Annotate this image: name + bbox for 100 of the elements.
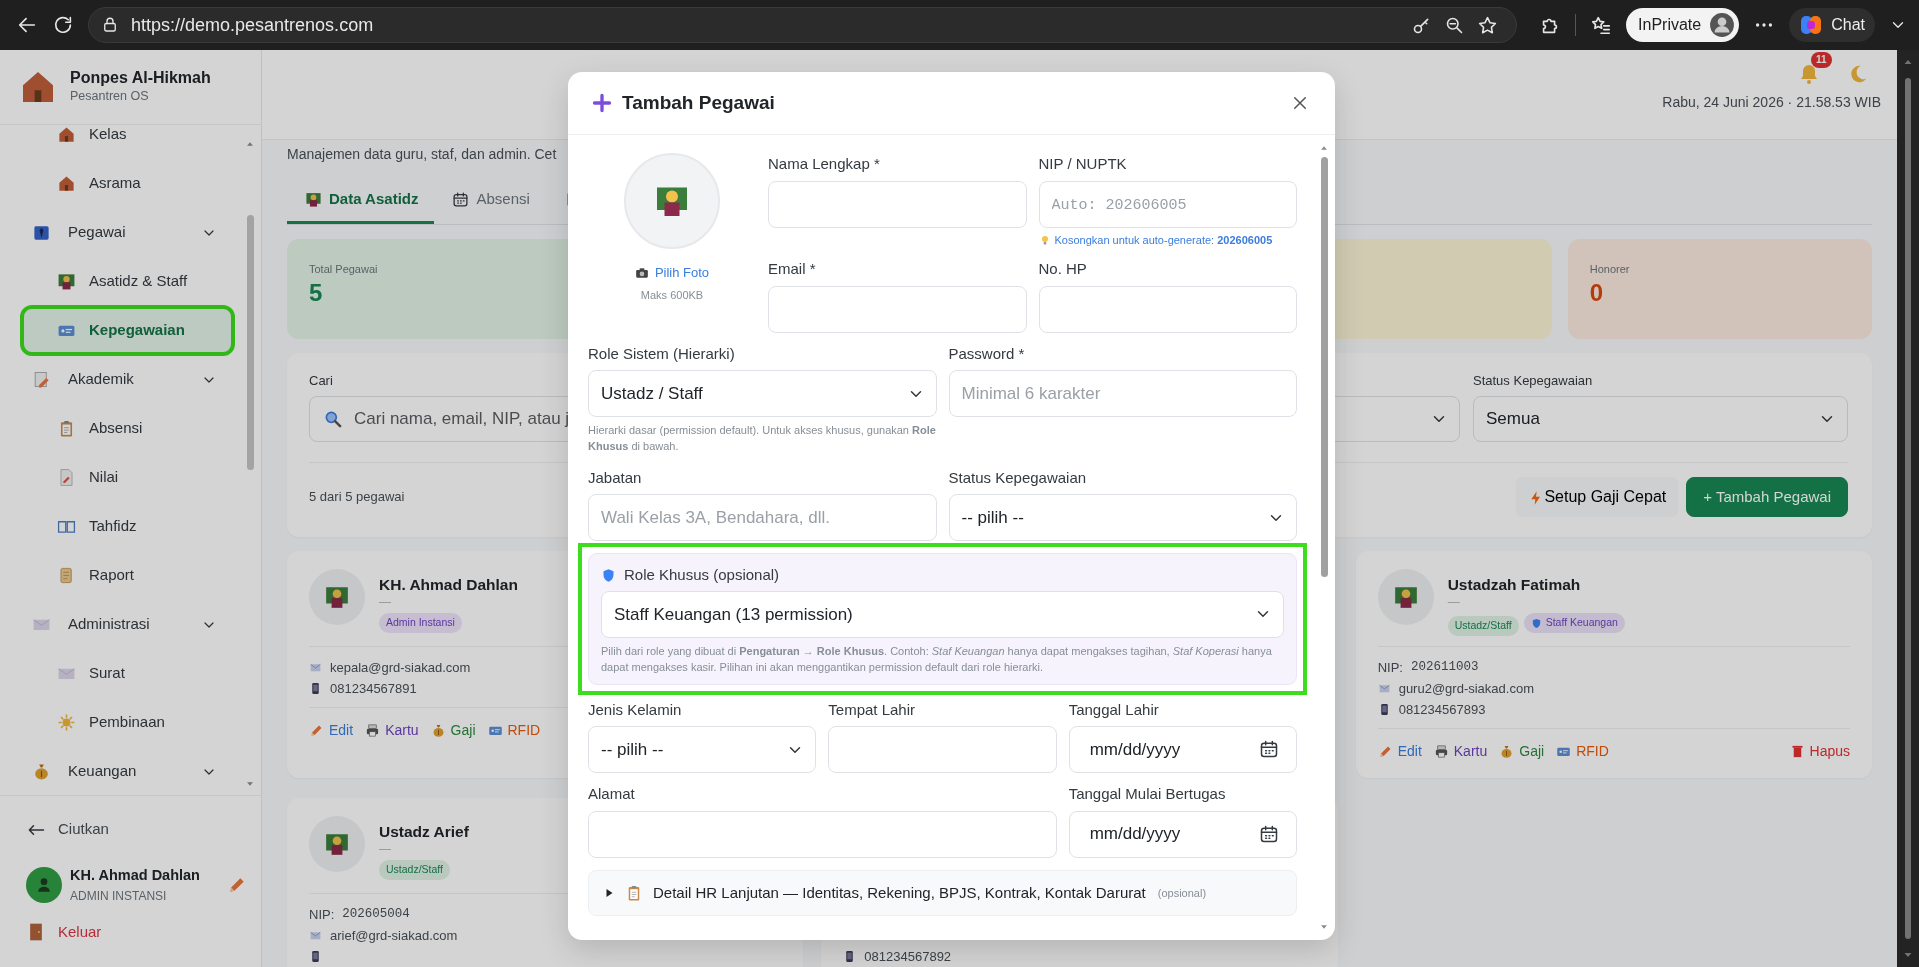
profile-button[interactable]: InPrivate	[1626, 8, 1740, 42]
chat-button[interactable]: Chat	[1789, 8, 1875, 42]
sidebar-item[interactable]: Tahfidz	[24, 505, 231, 548]
sun-icon	[57, 713, 76, 732]
tab[interactable]: Absensi	[434, 180, 546, 224]
status-select[interactable]: -- pilih --	[948, 494, 1297, 542]
scrollbar-thumb[interactable]	[1320, 157, 1328, 577]
envelope-icon	[1377, 682, 1391, 695]
role-badge: Staff Keuangan	[1523, 613, 1625, 634]
input-field[interactable]	[768, 285, 1027, 333]
photo-size-hint: Maks 600KB	[640, 287, 704, 303]
input-field[interactable]: Auto: 202606005	[1038, 180, 1297, 228]
teacher-icon	[324, 584, 350, 610]
field-label: Role Khusus (opsional)	[624, 565, 780, 586]
pencil-icon	[1377, 744, 1393, 759]
dialog-title: Tambah Pegawai	[622, 91, 775, 115]
logout-link[interactable]: Keluar	[26, 920, 247, 943]
date-time: Rabu, 24 Juni 2026 · 21.58.53 WIB	[1662, 93, 1881, 112]
date-field[interactable]: mm/dd/yyyy	[1068, 810, 1297, 858]
favorites-icon[interactable]	[1590, 14, 1613, 36]
field-label: Password *	[948, 343, 1026, 364]
plus-icon	[592, 93, 612, 113]
nip-text: NIP: 202611003	[1377, 658, 1480, 677]
reload-icon	[52, 14, 74, 36]
calendar-icon	[1259, 739, 1279, 760]
status-select[interactable]: Semua	[1473, 396, 1848, 442]
salary-link[interactable]: Gaji	[430, 720, 476, 741]
sidebar-item[interactable]: Pembinaan	[24, 701, 231, 744]
salary-link[interactable]: Gaji	[1499, 741, 1545, 762]
page-description: Manajemen data guru, staf, dan admin. Cet	[287, 145, 557, 164]
field-label: Email *	[768, 259, 817, 279]
field-label: NIP / NUPTK	[1038, 154, 1128, 174]
edit-link[interactable]: Edit	[309, 720, 354, 741]
choose-photo-link[interactable]: Pilih Foto	[634, 263, 710, 283]
address-bar[interactable]: https://demo.pesantrenos.com	[88, 7, 1518, 43]
document-icon	[57, 468, 76, 487]
delete-link[interactable]: Hapus	[1789, 741, 1850, 762]
search-icon	[323, 409, 343, 429]
email-text: kepala@grd-siakad.com	[330, 658, 471, 677]
details-toggle[interactable]: Detail HR Lanjutan — Identitas, Rekening, BPJS, Kontrak, Kontak Darurat (opsional)	[588, 869, 1297, 916]
sidebar-group[interactable]: Pegawai	[24, 211, 231, 254]
lock-icon	[101, 16, 119, 34]
sidebar-group[interactable]: Akademik	[24, 358, 231, 401]
reload-button[interactable]	[52, 14, 74, 36]
gender-select[interactable]: -- pilih --	[588, 726, 817, 774]
field-label: Jabatan	[588, 467, 643, 488]
input-field[interactable]	[1038, 285, 1297, 333]
role-select[interactable]: Ustadz / Staff	[588, 370, 937, 417]
envelope-icon	[309, 929, 322, 942]
result-count: 5 dari 5 pegawai	[309, 488, 405, 507]
document-pencil-icon	[32, 370, 51, 389]
sidebar-item[interactable]: Nilai	[24, 456, 231, 499]
collapse-link[interactable]: Ciutkan	[26, 818, 247, 841]
shield-icon	[1530, 617, 1542, 629]
field-label: Tanggal Mulai Bertugas	[1068, 784, 1227, 805]
sidebar-item[interactable]: Asatidz & Staff	[24, 260, 231, 303]
sidebar-group[interactable]: Administrasi	[24, 603, 231, 646]
brand-subtitle: Pesantren OS	[70, 88, 150, 106]
input-field[interactable]	[768, 180, 1027, 228]
tab[interactable]: Data Asatidz	[287, 180, 435, 224]
scrollbar-thumb[interactable]	[246, 215, 254, 470]
sidebar-item[interactable]: Absensi	[24, 407, 231, 450]
field-label: Nama Lengkap *	[768, 154, 881, 174]
teacher-icon	[305, 190, 322, 208]
employee-subtitle: —	[1447, 596, 1461, 610]
shield-icon	[601, 568, 616, 584]
card-link[interactable]: Kartu	[365, 720, 419, 741]
teacher-icon	[1392, 584, 1419, 610]
help-text: Hierarki dasar (permission default). Untuk akses khusus, gunakan Role Khusus di bawah.	[588, 423, 937, 454]
password-field[interactable]: Minimal 6 karakter	[948, 370, 1297, 417]
house-icon	[57, 174, 76, 193]
setup-salary-button[interactable]: Setup Gaji Cepat	[1516, 477, 1679, 517]
scrollbar-thumb[interactable]	[1905, 78, 1911, 939]
help-text: Pilih dari role yang dibuat di Pengaturan → Role Khusus. Contoh: Staf Keuangan hanya dapat mengakses tagihan, Staf Koperasi hanya dapat mengakses kasir. Pilihan ini akan menggantikan permission default dari role hierarki.	[601, 643, 1273, 675]
add-employee-button[interactable]: + Tambah Pegawai	[1686, 477, 1848, 517]
sidebar-group[interactable]: Keuangan	[24, 750, 231, 793]
sidebar-item[interactable]: Surat	[24, 652, 231, 695]
sidebar-item[interactable]: Kelas	[24, 125, 231, 156]
sidebar-item[interactable]: Asrama	[24, 162, 231, 205]
role-badge: Ustadz/Staff	[379, 860, 450, 881]
employee-name: Ustadz Arief	[379, 822, 469, 842]
input-field[interactable]: Wali Kelas 3A, Bendahara, dll.	[588, 494, 937, 542]
input-field[interactable]	[588, 810, 1057, 858]
card-link[interactable]: Kartu	[1433, 741, 1488, 762]
star-icon[interactable]	[1477, 14, 1499, 36]
field-label: Tempat Lahir	[828, 699, 917, 720]
edit-link[interactable]: Edit	[1377, 741, 1422, 762]
date-field[interactable]: mm/dd/yyyy	[1068, 726, 1297, 774]
nip-hint: Kosongkan untuk auto-generate: 202606005	[1054, 232, 1273, 248]
teacher-icon	[57, 272, 76, 291]
stat-label: Total Pegawai	[309, 261, 379, 277]
brand-name: Ponpes Al-Hikmah	[70, 68, 211, 88]
stat-value: 0	[1589, 278, 1605, 308]
role-badge: Ustadz/Staff	[1447, 615, 1519, 636]
input-field[interactable]	[828, 726, 1057, 774]
email-text: guru2@grd-siakad.com	[1398, 679, 1534, 698]
sidebar-item[interactable]: Raport	[24, 554, 231, 597]
field-label: Role Sistem (Hierarki)	[588, 343, 736, 364]
custom-role-select[interactable]: Staff Keuangan (13 permission)	[601, 590, 1284, 638]
necktie-icon	[32, 223, 51, 242]
